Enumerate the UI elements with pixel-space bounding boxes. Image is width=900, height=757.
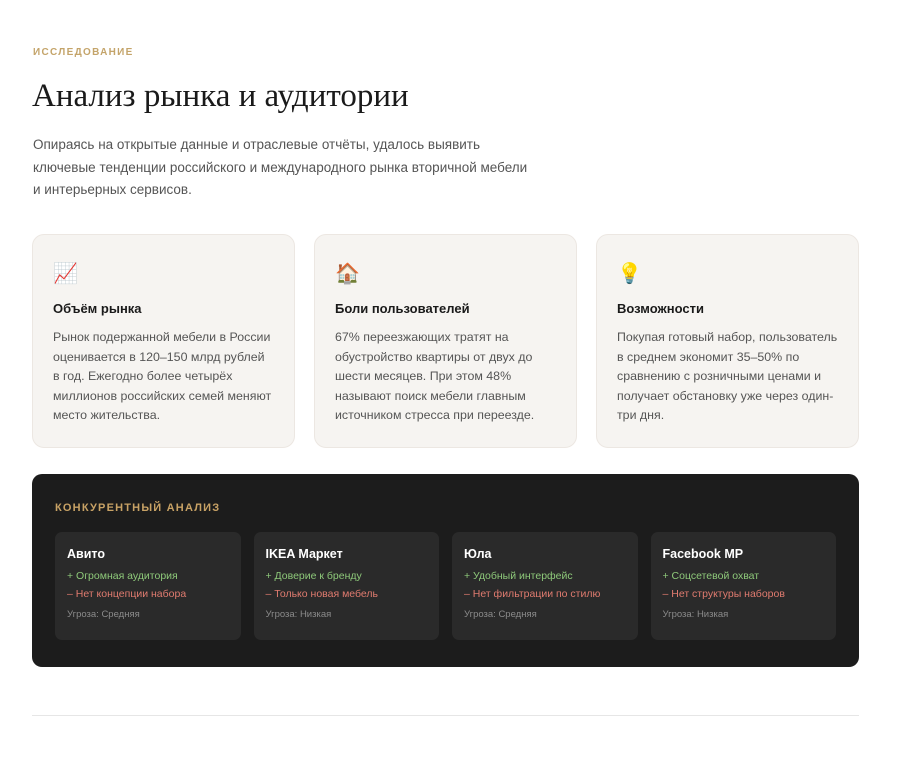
house-icon: 🏠 [335,263,360,285]
section-divider [32,715,859,716]
light-bulb-icon: 💡 [617,263,642,285]
competitor-card-facebook-mp: Facebook MP + Соцсетевой охват – Нет стр… [650,532,836,640]
page-title: Анализ рынка и аудитории [32,78,409,114]
card-title: Возможности [617,301,704,316]
competitor-threat: Угроза: Средняя [464,609,537,620]
competitor-threat: Угроза: Средняя [67,609,140,620]
competitor-name: Facebook MP [662,547,744,561]
competitor-name: Юла [464,547,492,561]
card-title: Боли пользователей [335,301,470,316]
competitor-card-avito: Авито + Огромная аудитория – Нет концепц… [55,532,241,640]
competitor-card-yula: Юла + Удобный интерфейс – Нет фильтрации… [452,532,638,640]
eyebrow-label: ИССЛЕДОВАНИЕ [33,47,134,58]
competitor-heading: КОНКУРЕНТНЫЙ АНАЛИЗ [55,502,221,514]
competitor-name: Авито [67,547,105,561]
competitor-weakness: – Нет фильтрации по стилю [464,588,601,600]
card-text: 67% переезжающих тратят на обустройство … [335,330,535,422]
chart-increasing-icon: 📈 [53,263,78,285]
competitor-weakness: – Нет структуры наборов [662,588,785,600]
competitor-grid: Авито + Огромная аудитория – Нет концепц… [55,532,836,640]
competitor-weakness: – Нет концепции набора [67,588,187,600]
competitor-analysis-panel: КОНКУРЕНТНЫЙ АНАЛИЗ Авито + Огромная ауд… [32,474,859,667]
card-text: Покупая готовый набор, пользователь в ср… [617,330,838,422]
competitor-strength: + Соцсетевой охват [662,570,760,582]
competitor-threat: Угроза: Низкая [265,609,332,620]
insight-cards: 📈 Объём рынка Рынок подержанной мебели в… [32,234,859,448]
competitor-strength: + Огромная аудитория [67,570,178,582]
lead-paragraph: Опираясь на открытые данные и отраслевые… [33,137,528,197]
competitor-weakness: – Только новая мебель [265,588,379,600]
card-user-pains: 🏠 Боли пользователей 67% переезжающих тр… [314,234,577,448]
competitor-threat: Угроза: Низкая [662,609,729,620]
competitor-card-ikea: IKEA Маркет + Доверие к бренду – Только … [253,532,439,640]
competitor-name: IKEA Маркет [265,547,343,561]
card-market-volume: 📈 Объём рынка Рынок подержанной мебели в… [32,234,295,448]
card-text: Рынок подержанной мебели в России оценив… [53,330,272,422]
card-title: Объём рынка [53,301,142,316]
competitor-strength: + Доверие к бренду [265,570,362,582]
competitor-strength: + Удобный интерфейс [464,570,573,582]
card-opportunities: 💡 Возможности Покупая готовый набор, пол… [596,234,859,448]
